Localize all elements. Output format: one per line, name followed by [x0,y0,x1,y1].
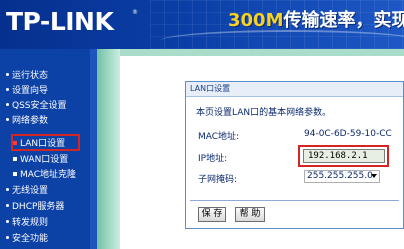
trademark-symbol: ® [132,9,138,16]
lan-settings-panel: LAN口设置 本页设置LAN口的基本网络参数。 MAC地址: 94-0C-6D-… [185,81,404,229]
sidebar-item-mac-clone[interactable]: MAC地址克隆 [13,166,76,181]
tplink-logo: TP-LINK [6,7,114,36]
panel-description: 本页设置LAN口的基本网络参数。 [196,108,332,118]
panel-divider [190,200,399,201]
panel-title: LAN口设置 [186,82,403,97]
sidebar-item-label: 运行状态 [12,71,49,81]
ip-highlight-box [298,145,389,167]
subnet-mask-label: 子网掩码: [198,175,238,185]
bullet-icon [13,171,17,176]
bullet-icon [6,118,9,121]
sidebar-divider [90,49,97,249]
sidebar-item-label: QSS安全设置 [12,101,67,111]
bullet-icon [6,204,9,207]
banner-swoosh-decoration [160,30,404,49]
sidebar-gradient-divider [97,49,120,249]
sidebar-item-dhcp[interactable]: DHCP服务器 [6,198,64,213]
bullet-icon [6,88,9,91]
slogan-speed: 300M [228,10,284,31]
bullet-icon [6,73,9,76]
chevron-down-icon [371,174,377,178]
sidebar-item-label: 转发规则 [12,218,49,228]
bullet-icon [6,103,9,106]
sidebar-item-label: WAN口设置 [20,155,69,165]
help-button[interactable]: 帮 助 [235,207,265,222]
mac-address-label: MAC地址: [198,132,240,142]
mac-address-value: 94-0C-6D-59-10-CC [304,129,392,139]
bullet-icon [6,188,9,191]
sidebar-item-wan[interactable]: WAN口设置 [13,151,68,166]
bullet-icon [6,220,9,223]
sidebar-item-forwarding[interactable]: 转发规则 [6,214,48,229]
sidebar-item-label: MAC地址克隆 [20,170,77,180]
sidebar-item-label: 设置向导 [12,86,49,96]
ip-address-label: IP地址: [198,154,228,164]
sidebar-item-wizard[interactable]: 设置向导 [6,82,48,97]
slogan-text: 传输速率，实现 [283,10,404,31]
header-banner: TP-LINK ® 300M传输速率，实现 [0,0,404,49]
sidebar-item-security[interactable]: 安全功能 [6,230,48,245]
sidebar-item-status[interactable]: 运行状态 [6,67,48,82]
subnet-mask-value: 255.255.255.0 [307,171,373,181]
sidebar-item-qss[interactable]: QSS安全设置 [6,97,67,112]
bullet-icon [6,236,9,239]
lan-menu-highlight-box [11,134,80,151]
sidebar-item-label: 无线设置 [12,186,49,196]
content-top-strip [120,49,404,56]
subnet-mask-select[interactable]: 255.255.255.0 [304,170,380,183]
sidebar-item-network[interactable]: 网络参数 [6,112,48,127]
sidebar-item-wireless[interactable]: 无线设置 [6,182,48,197]
sidebar-item-label: DHCP服务器 [12,202,65,212]
banner-slogan: 300M传输速率，实现 [228,6,404,32]
sidebar-item-label: 网络参数 [12,116,49,126]
save-button[interactable]: 保 存 [198,207,226,222]
sidebar-item-label: 安全功能 [12,234,49,244]
bullet-icon [13,156,17,161]
